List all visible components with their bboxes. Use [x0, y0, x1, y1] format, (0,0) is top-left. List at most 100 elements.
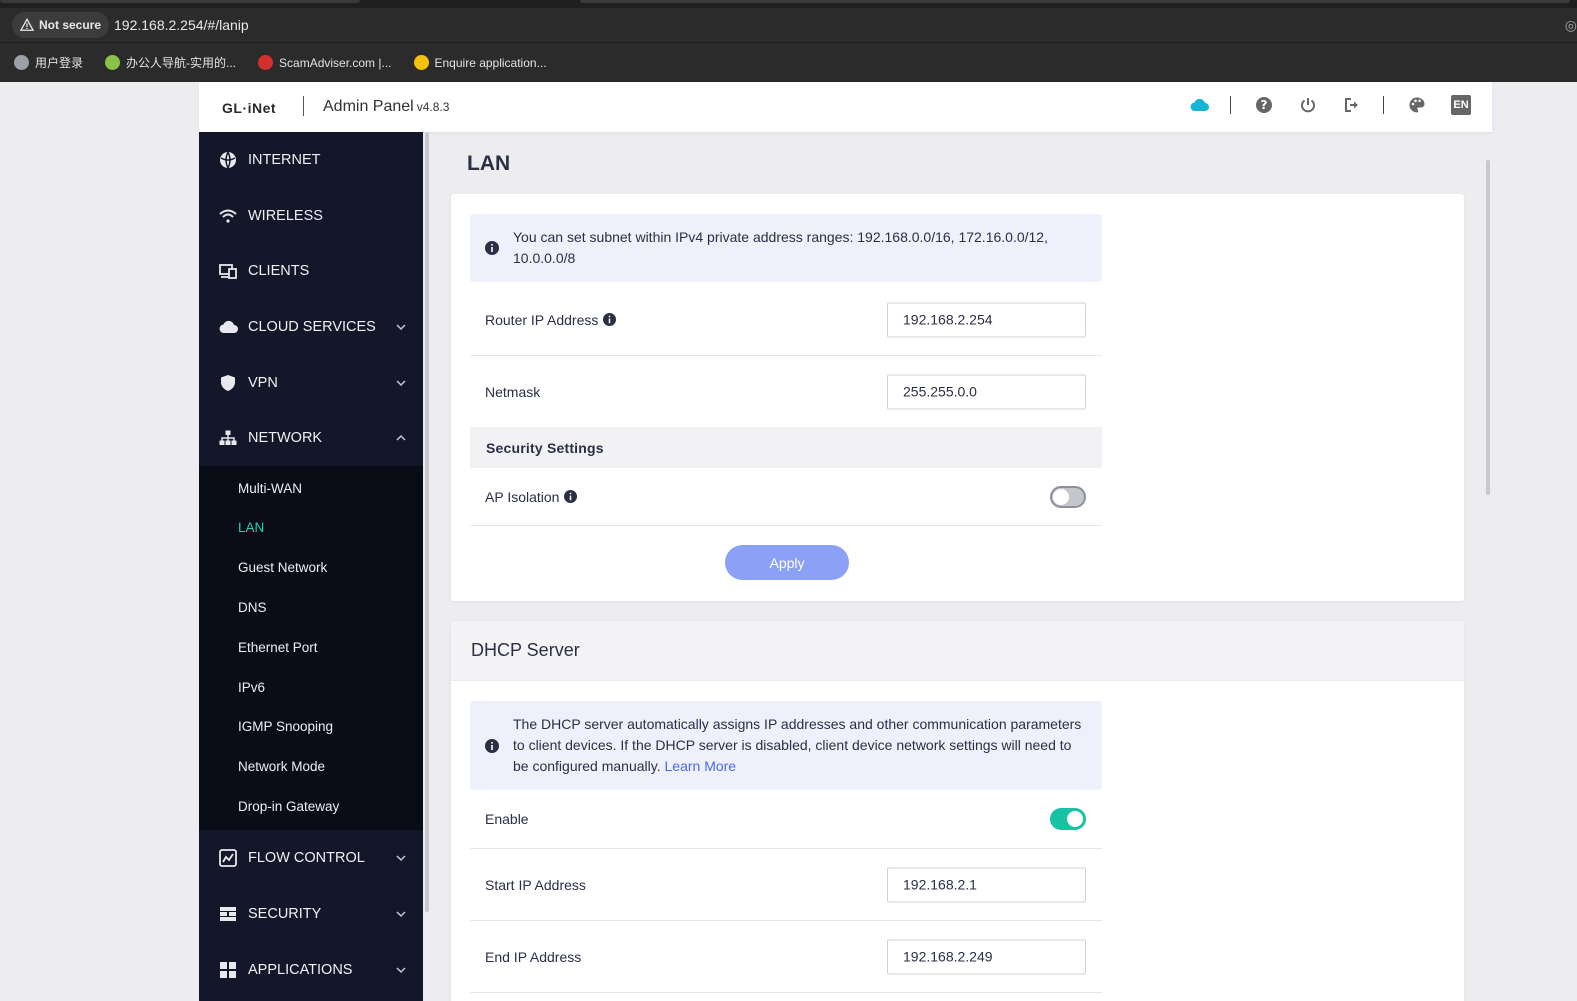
sidebar: INTERNET WIRELESS CLIENTS CLOUD SERVICES	[199, 132, 423, 1001]
scamadviser-icon	[258, 55, 274, 70]
sidebar-item-vpn[interactable]: VPN	[199, 355, 423, 411]
lan-info-text: You can set subnet within IPv4 private a…	[513, 229, 1048, 266]
sidebar-item-cloud-services[interactable]: CLOUD SERVICES	[199, 299, 423, 355]
sidebar-item-label: SECURITY	[248, 905, 322, 922]
warning-icon	[20, 18, 34, 31]
start-ip-label: Start IP Address	[485, 876, 586, 893]
ap-isolation-label: AP Isolation	[485, 488, 578, 505]
sidebar-item-label: CLIENTS	[248, 263, 310, 280]
router-ip-row: Router IP Address 192.168.2.254	[470, 284, 1102, 356]
admin-panel-label: Admin Panel	[323, 98, 414, 115]
browser-tab[interactable]	[0, 0, 360, 3]
chevron-down-icon	[396, 966, 406, 973]
end-ip-label: End IP Address	[485, 948, 582, 965]
network-submenu: Multi-WAN LAN Guest Network DNS Ethernet…	[199, 466, 423, 831]
chevron-down-icon	[396, 855, 406, 862]
sidebar-subitem-ethernet-port[interactable]: Ethernet Port	[199, 627, 423, 667]
sidebar-subitem-dns[interactable]: DNS	[199, 588, 423, 628]
wifi-icon	[218, 206, 238, 226]
dhcp-card-title: DHCP Server	[451, 621, 1464, 681]
dhcp-card: DHCP Server The DHCP server automaticall…	[451, 621, 1464, 1001]
sidebar-item-label: CLOUD SERVICES	[248, 318, 376, 335]
start-ip-row: Start IP Address 192.168.2.1	[470, 849, 1102, 921]
apps-icon	[218, 960, 238, 980]
sidebar-subitem-network-mode[interactable]: Network Mode	[199, 747, 423, 787]
help-icon[interactable]: ?	[1253, 94, 1275, 116]
firewall-icon	[218, 904, 238, 924]
sidebar-subitem-guest-network[interactable]: Guest Network	[199, 548, 423, 588]
lens-icon[interactable]: ◎	[1565, 17, 1577, 34]
ap-isolation-label-text: AP Isolation	[485, 488, 560, 505]
router-ip-input[interactable]: 192.168.2.254	[887, 302, 1086, 337]
address-bar: Not secure 192.168.2.254/#/lanip ◎	[0, 8, 1577, 42]
chevron-down-icon	[396, 911, 406, 917]
netmask-label: Netmask	[485, 383, 541, 400]
info-icon[interactable]	[564, 490, 578, 503]
not-secure-badge[interactable]: Not secure	[12, 12, 110, 38]
start-ip-input[interactable]: 192.168.2.1	[887, 867, 1086, 902]
clients-icon	[218, 261, 238, 281]
bookmark-item[interactable]: Enquire application...	[413, 55, 547, 70]
url-text[interactable]: 192.168.2.254/#/lanip	[114, 17, 249, 33]
shield-icon	[218, 373, 238, 393]
lan-info-box: You can set subnet within IPv4 private a…	[470, 214, 1102, 282]
netmask-input[interactable]: 255.255.0.0	[887, 374, 1086, 409]
sidebar-item-label: INTERNET	[248, 151, 321, 168]
content-scrollbar[interactable]	[1486, 160, 1490, 495]
page-title: LAN	[467, 152, 511, 175]
header-separator	[1383, 96, 1384, 114]
sidebar-item-network[interactable]: NETWORK	[199, 410, 423, 466]
sidebar-item-flow-control[interactable]: FLOW CONTROL	[199, 830, 423, 886]
ap-isolation-toggle[interactable]	[1050, 485, 1086, 508]
ap-isolation-row: AP Isolation	[470, 468, 1102, 526]
sidebar-item-applications[interactable]: APPLICATIONS	[199, 942, 423, 998]
bookmark-label: ScamAdviser.com |...	[279, 55, 392, 70]
header-divider	[303, 96, 304, 116]
toggle-knob	[1053, 488, 1069, 505]
learn-more-link[interactable]: Learn More	[665, 758, 737, 774]
bookmark-item[interactable]: 用户登录	[14, 54, 83, 71]
logout-icon[interactable]	[1341, 94, 1363, 116]
bookmark-item[interactable]: ScamAdviser.com |...	[258, 55, 392, 70]
palette-icon[interactable]	[1406, 94, 1428, 116]
sidebar-subitem-igmp-snooping[interactable]: IGMP Snooping	[199, 707, 423, 747]
sidebar-item-security[interactable]: SECURITY	[199, 886, 423, 942]
router-ip-label-text: Router IP Address	[485, 311, 599, 328]
language-icon[interactable]: EN	[1450, 94, 1472, 116]
end-ip-row: End IP Address 192.168.2.249	[470, 921, 1102, 993]
bookmark-label: 办公人导航-实用的...	[126, 56, 237, 70]
dhcp-enable-row: Enable	[470, 790, 1102, 849]
top-header: GL·iNet Admin Panel v4.8.3 ? EN	[199, 82, 1492, 132]
dhcp-info-box: The DHCP server automatically assigns IP…	[470, 701, 1102, 790]
bookmark-item[interactable]: 办公人导航-实用的...	[105, 54, 236, 71]
version-label: v4.8.3	[416, 100, 450, 114]
browser-tab[interactable]	[580, 0, 1570, 3]
toggle-knob	[1067, 811, 1083, 827]
cloud-icon[interactable]	[1188, 94, 1210, 116]
sidebar-item-label: VPN	[248, 374, 278, 391]
apply-button[interactable]: Apply	[725, 545, 849, 580]
info-icon	[485, 241, 499, 255]
info-icon[interactable]	[603, 313, 617, 326]
sidebar-item-clients[interactable]: CLIENTS	[199, 243, 423, 299]
svg-text:?: ?	[1261, 98, 1268, 112]
sidebar-item-label: FLOW CONTROL	[248, 850, 365, 867]
chevron-up-icon	[396, 435, 406, 441]
sidebar-item-wireless[interactable]: WIRELESS	[199, 188, 423, 244]
brand-logo[interactable]: GL·iNet	[222, 100, 276, 116]
sidebar-subitem-lan[interactable]: LAN	[199, 508, 423, 548]
site-icon	[105, 55, 121, 70]
flow-control-icon	[218, 848, 238, 868]
sidebar-subitem-ipv6[interactable]: IPv6	[199, 667, 423, 707]
sidebar-subitem-drop-in-gateway[interactable]: Drop-in Gateway	[199, 787, 423, 827]
sidebar-subitem-multi-wan[interactable]: Multi-WAN	[199, 468, 423, 508]
dhcp-enable-label: Enable	[485, 811, 529, 827]
end-ip-input[interactable]: 192.168.2.249	[887, 939, 1086, 974]
globe-icon	[14, 55, 29, 70]
not-secure-label: Not secure	[39, 18, 102, 32]
dhcp-enable-toggle[interactable]	[1050, 808, 1086, 830]
power-icon[interactable]	[1297, 94, 1319, 116]
sidebar-item-internet[interactable]: INTERNET	[199, 132, 423, 188]
admin-page: GL·iNet Admin Panel v4.8.3 ? EN INTERNET…	[0, 82, 1577, 1001]
chevron-down-icon	[396, 380, 406, 386]
